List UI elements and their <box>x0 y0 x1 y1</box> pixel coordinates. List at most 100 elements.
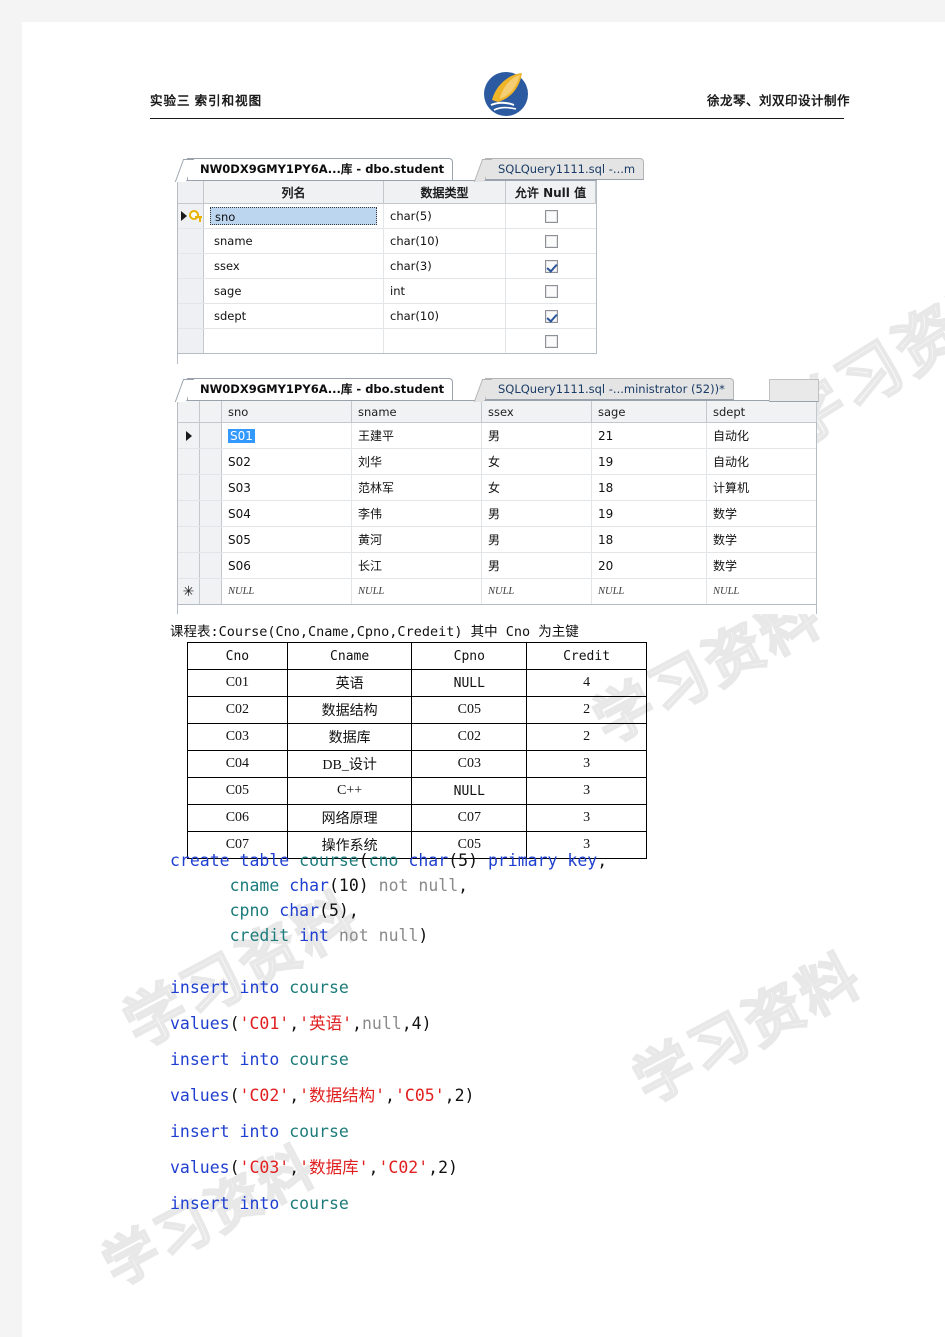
cell-sno[interactable]: S04 <box>222 501 352 526</box>
designer-tab-sqlquery[interactable]: SQLQuery1111.sql -...m <box>485 158 645 180</box>
cell-sname[interactable]: 长江 <box>352 553 482 578</box>
datagrid-col-header-sname[interactable]: sname <box>352 401 482 422</box>
row-selector-cell[interactable] <box>178 304 204 328</box>
allow-null-cell[interactable] <box>506 304 596 328</box>
designer-row[interactable]: ssex char(3) <box>178 254 596 279</box>
column-type-cell[interactable]: char(3) <box>384 254 506 278</box>
cell-ssex[interactable]: 男 <box>482 527 592 552</box>
datagrid-col-header-sdept[interactable]: sdept <box>707 401 817 422</box>
designer-row[interactable]: sname char(10) <box>178 229 596 254</box>
allow-null-cell[interactable] <box>506 279 596 303</box>
column-name-cell[interactable]: sdept <box>204 304 384 328</box>
column-name-cell[interactable]: sname <box>204 229 384 253</box>
table-row[interactable]: S05 黄河 男 18 数学 <box>178 527 816 553</box>
designer-panel-edge <box>177 354 597 364</box>
allow-null-checkbox[interactable] <box>544 209 558 223</box>
cell-ssex[interactable]: 男 <box>482 501 592 526</box>
row-pad-cell <box>200 475 222 500</box>
table-row[interactable]: S03 范林军 女 18 计算机 <box>178 475 816 501</box>
cell-sage[interactable]: 18 <box>592 527 707 552</box>
column-type-cell[interactable]: char(10) <box>384 304 506 328</box>
data-grid-panel: NW0DX9GMY1PY6A...库 - dbo.student SQLQuer… <box>177 378 819 614</box>
cell-sdept[interactable]: 数学 <box>707 553 817 578</box>
designer-col-header-type: 数据类型 <box>384 181 506 203</box>
designer-tab-student[interactable]: NW0DX9GMY1PY6A...库 - dbo.student <box>187 158 454 180</box>
cell-sage[interactable]: 19 <box>592 501 707 526</box>
cell-sno[interactable]: S06 <box>222 553 352 578</box>
datagrid-tab-student[interactable]: NW0DX9GMY1PY6A...库 - dbo.student <box>187 378 454 400</box>
column-name-cell[interactable]: sage <box>204 279 384 303</box>
datagrid-col-header-ssex[interactable]: ssex <box>482 401 592 422</box>
allow-null-checkbox[interactable] <box>544 259 558 273</box>
datagrid-tab-sqlquery[interactable]: SQLQuery1111.sql -...ministrator (52))* <box>485 378 734 400</box>
cell-cpno: NULL <box>411 777 528 805</box>
row-indicator-cell[interactable] <box>178 553 200 578</box>
cell-ssex[interactable]: 男 <box>482 423 592 448</box>
cell-sage[interactable]: 20 <box>592 553 707 578</box>
cell-sname[interactable]: 范林军 <box>352 475 482 500</box>
cell-sdept[interactable]: 数学 <box>707 527 817 552</box>
cell-sage[interactable]: 19 <box>592 449 707 474</box>
cell-sage[interactable]: NULL <box>592 579 707 604</box>
table-row[interactable]: S02 刘华 女 19 自动化 <box>178 449 816 475</box>
cell-ssex[interactable]: 女 <box>482 475 592 500</box>
allow-null-cell[interactable] <box>506 204 596 228</box>
designer-row[interactable]: sdept char(10) <box>178 304 596 329</box>
row-selector-cell[interactable] <box>178 254 204 278</box>
column-name-cell[interactable]: sno <box>204 204 384 228</box>
cell-sno[interactable]: S05 <box>222 527 352 552</box>
cell-sno[interactable]: S02 <box>222 449 352 474</box>
cell-ssex[interactable]: 女 <box>482 449 592 474</box>
allow-null-checkbox[interactable] <box>544 234 558 248</box>
column-type-cell[interactable]: int <box>384 279 506 303</box>
column-type-cell[interactable] <box>384 329 506 353</box>
sql-line: insert into course <box>170 1194 349 1213</box>
table-row[interactable]: S01 王建平 男 21 自动化 <box>178 423 816 449</box>
table-row[interactable]: S04 李伟 男 19 数学 <box>178 501 816 527</box>
column-name-cell[interactable]: ssex <box>204 254 384 278</box>
cell-sdept[interactable]: 计算机 <box>707 475 817 500</box>
cell-sname[interactable]: 刘华 <box>352 449 482 474</box>
cell-sname[interactable]: 王建平 <box>352 423 482 448</box>
cell-ssex[interactable]: 男 <box>482 553 592 578</box>
cell-ssex[interactable]: NULL <box>482 579 592 604</box>
new-row-indicator-cell[interactable]: ✳ <box>178 579 200 604</box>
allow-null-cell[interactable] <box>506 229 596 253</box>
cell-sname[interactable]: 黄河 <box>352 527 482 552</box>
row-indicator-cell[interactable] <box>178 475 200 500</box>
cell-sage[interactable]: 21 <box>592 423 707 448</box>
allow-null-cell[interactable] <box>506 254 596 278</box>
designer-row[interactable]: sage int <box>178 279 596 304</box>
allow-null-cell[interactable] <box>506 329 596 353</box>
datagrid-col-header-sage[interactable]: sage <box>592 401 707 422</box>
cell-sdept[interactable]: NULL <box>707 579 817 604</box>
cell-sno[interactable]: NULL <box>222 579 352 604</box>
row-indicator-cell[interactable] <box>178 527 200 552</box>
datagrid-col-header-sno[interactable]: sno <box>222 401 352 422</box>
cell-sdept[interactable]: 自动化 <box>707 449 817 474</box>
row-selector-cell[interactable] <box>178 329 204 353</box>
row-selector-cell[interactable] <box>178 279 204 303</box>
cell-sdept[interactable]: 数学 <box>707 501 817 526</box>
column-type-cell[interactable]: char(10) <box>384 229 506 253</box>
cell-sno[interactable]: S03 <box>222 475 352 500</box>
allow-null-checkbox[interactable] <box>544 334 558 348</box>
row-indicator-cell[interactable] <box>178 449 200 474</box>
row-indicator-cell[interactable] <box>178 501 200 526</box>
allow-null-checkbox[interactable] <box>544 284 558 298</box>
table-row-new[interactable]: ✳ NULL NULL NULL NULL NULL <box>178 579 816 604</box>
column-type-cell[interactable]: char(5) <box>384 204 506 228</box>
cell-sno[interactable]: S01 <box>222 423 352 448</box>
column-name-cell[interactable] <box>204 329 384 353</box>
designer-row[interactable]: sno char(5) <box>178 204 596 229</box>
row-selector-cell[interactable] <box>178 204 204 228</box>
allow-null-checkbox[interactable] <box>544 309 558 323</box>
row-selector-cell[interactable] <box>178 229 204 253</box>
table-row[interactable]: S06 长江 男 20 数学 <box>178 553 816 579</box>
designer-row-empty[interactable] <box>178 329 596 353</box>
row-indicator-cell[interactable] <box>178 423 200 448</box>
cell-sdept[interactable]: 自动化 <box>707 423 817 448</box>
cell-sage[interactable]: 18 <box>592 475 707 500</box>
cell-sname[interactable]: 李伟 <box>352 501 482 526</box>
cell-sname[interactable]: NULL <box>352 579 482 604</box>
